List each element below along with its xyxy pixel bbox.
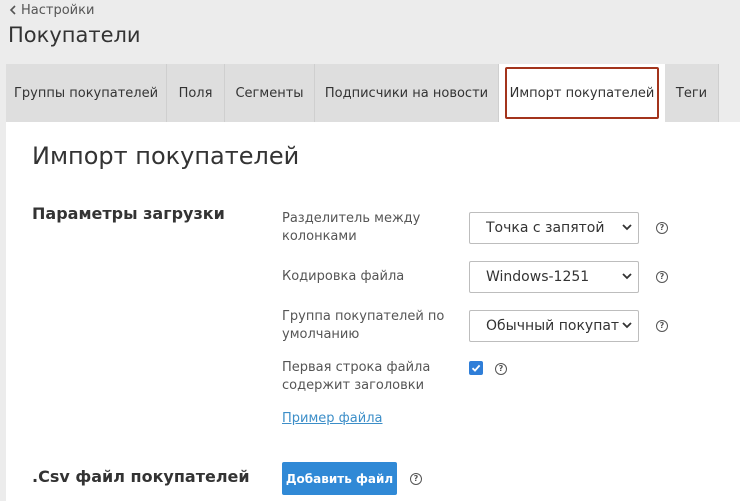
header-row-checkbox[interactable]	[469, 361, 483, 375]
tab-tags[interactable]: Теги	[665, 64, 719, 122]
tab-label: Группы покупателей	[13, 85, 159, 101]
tab-spacer	[719, 64, 740, 122]
help-icon[interactable]: ?	[656, 320, 668, 332]
tab-label: Сегменты	[235, 85, 304, 101]
chevron-down-icon	[622, 224, 632, 231]
sample-file-link[interactable]: Пример файла	[282, 411, 382, 426]
chevron-down-icon	[622, 322, 632, 329]
tab-newsletter-subscribers[interactable]: Подписчики на новости	[315, 64, 499, 122]
chevron-down-icon	[622, 273, 632, 280]
default-group-value: Обычный покупатель	[486, 318, 620, 334]
page-title: Покупатели	[8, 23, 141, 47]
help-icon[interactable]: ?	[410, 473, 422, 485]
header-row-label: Первая строка файла содержит заголовки	[282, 360, 431, 393]
back-link-label: Настройки	[21, 3, 95, 18]
delimiter-label: Разделитель между колонками	[282, 211, 421, 244]
back-to-settings-link[interactable]: Настройки	[9, 3, 94, 18]
tab-label: Теги	[675, 85, 708, 101]
chevron-left-icon	[9, 4, 16, 18]
tab-bar: Группы покупателей Поля Сегменты Подписч…	[6, 64, 740, 122]
help-icon[interactable]: ?	[656, 222, 668, 234]
default-group-select[interactable]: Обычный покупатель	[469, 310, 639, 342]
tab-segments[interactable]: Сегменты	[225, 64, 315, 122]
tab-customer-groups[interactable]: Группы покупателей	[6, 64, 167, 122]
tab-label: Импорт покупателей	[509, 85, 655, 101]
encoding-label: Кодировка файла	[282, 269, 405, 284]
section-title: Импорт покупателей	[32, 142, 300, 170]
delimiter-select[interactable]: Точка с запятой	[469, 212, 639, 244]
csv-file-heading: .Csv файл покупателей	[32, 467, 250, 486]
encoding-select[interactable]: Windows-1251	[469, 261, 639, 293]
default-group-label: Группа покупателей по умолчанию	[282, 309, 445, 342]
import-panel: Импорт покупателей Параметры загрузки Ра…	[6, 122, 740, 501]
tab-fields[interactable]: Поля	[167, 64, 225, 122]
encoding-value: Windows-1251	[486, 269, 590, 285]
tab-label: Поля	[178, 85, 213, 101]
checkmark-icon	[471, 364, 481, 372]
delimiter-value: Точка с запятой	[486, 220, 605, 236]
tab-import-customers[interactable]: Импорт покупателей	[499, 64, 665, 122]
add-file-button[interactable]: Добавить файл	[282, 462, 397, 495]
help-icon[interactable]: ?	[656, 271, 668, 283]
active-tab-frame: Импорт покупателей	[505, 67, 659, 119]
help-icon[interactable]: ?	[495, 363, 507, 375]
upload-params-heading: Параметры загрузки	[32, 204, 225, 223]
tab-label: Подписчики на новости	[324, 85, 489, 101]
